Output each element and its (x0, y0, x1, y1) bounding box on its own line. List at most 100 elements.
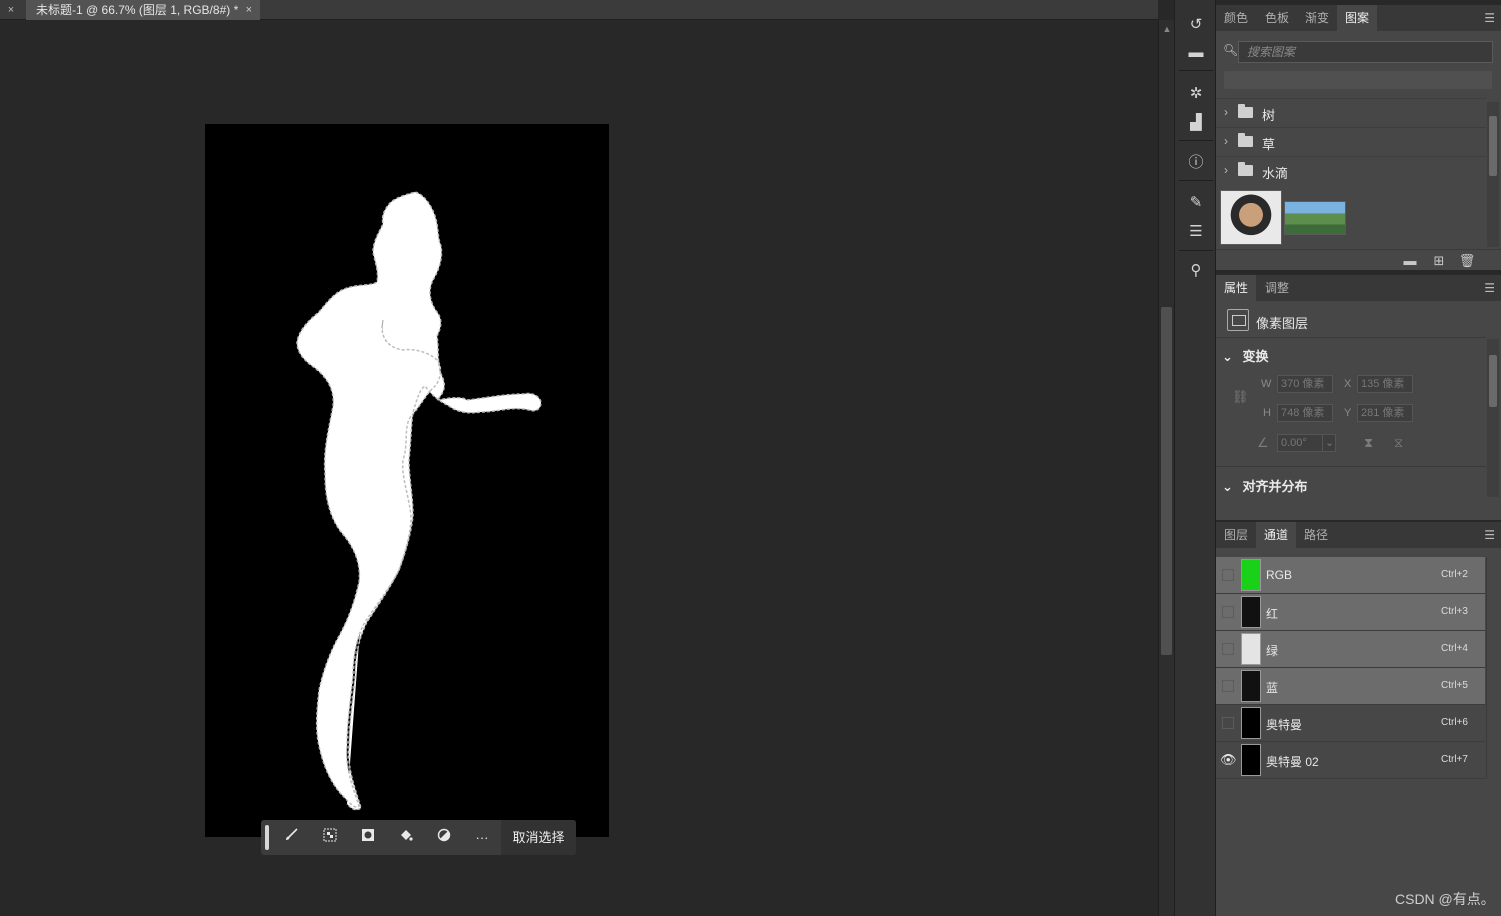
channel-row-rgb[interactable]: RGB Ctrl+2 (1216, 557, 1485, 594)
patterns-scrollbar[interactable] (1487, 102, 1499, 247)
checker-icon[interactable] (317, 826, 343, 849)
pattern-folder-waterdrop[interactable]: › 水滴 (1216, 156, 1486, 184)
histogram-icon[interactable]: ▟ (1183, 112, 1209, 134)
visibility-toggle[interactable] (1222, 569, 1234, 581)
fill-icon[interactable] (393, 826, 419, 849)
scroll-thumb[interactable] (1489, 116, 1497, 176)
canvas-vertical-scrollbar[interactable]: ▲ (1158, 20, 1174, 916)
pattern-folder-tree[interactable]: › 树 (1216, 98, 1486, 126)
mask-icon[interactable] (355, 826, 381, 849)
channel-row-green[interactable]: 绿 Ctrl+4 (1216, 631, 1485, 668)
new-group-icon[interactable]: ▬ (1401, 253, 1419, 269)
subject-selection[interactable] (296, 191, 542, 811)
chevron-right-icon[interactable]: › (1224, 134, 1228, 148)
pattern-filter-bar[interactable] (1224, 71, 1492, 89)
angle-dropdown-icon[interactable]: ⌄ (1322, 434, 1336, 452)
tab-channels[interactable]: 通道 (1256, 522, 1297, 548)
x-field[interactable]: 135 像素 (1357, 375, 1413, 393)
transform-section-header[interactable]: ⌄ 变换 (1222, 346, 1269, 365)
navigator-icon[interactable]: ✲ (1183, 83, 1209, 105)
contextual-task-bar: ··· 取消选择 (261, 820, 576, 855)
transform-title: 变换 (1242, 349, 1269, 364)
patterns-panel-tabs: 颜色 色板 渐变 图案 ☰ (1216, 5, 1501, 31)
x-label: X (1344, 378, 1352, 390)
pattern-search-input[interactable]: 搜索图案 (1238, 41, 1493, 63)
tab-layers[interactable]: 图层 (1216, 522, 1256, 548)
link-icon[interactable]: ⛓︎ (1232, 389, 1249, 405)
tab-color[interactable]: 颜色 (1216, 5, 1256, 31)
pattern-folder-grass[interactable]: › 草 (1216, 127, 1486, 155)
visibility-toggle[interactable] (1222, 717, 1234, 729)
properties-panel-tabs: 属性 调整 ☰ (1216, 275, 1501, 301)
channel-row-ultraman-02[interactable]: 👁︎ 奥特曼 02 Ctrl+7 (1216, 742, 1485, 779)
chevron-right-icon[interactable]: › (1224, 163, 1228, 177)
flip-horizontal-icon[interactable]: ⧗ (1364, 435, 1373, 451)
angle-field[interactable]: 0.00° (1277, 434, 1323, 452)
folder-icon (1238, 133, 1253, 147)
new-pattern-icon[interactable]: ⊞ (1430, 253, 1448, 269)
brush-settings-icon[interactable]: ✎ (1183, 192, 1209, 214)
align-section-header[interactable]: ⌄ 对齐并分布 (1222, 476, 1308, 495)
history-icon[interactable]: ↺ (1183, 14, 1209, 36)
channel-thumbnail (1241, 707, 1261, 739)
channel-name: 蓝 (1266, 681, 1279, 695)
watermark: CSDN @有点。 (1395, 891, 1495, 907)
tab-properties[interactable]: 属性 (1216, 275, 1257, 301)
tab-gradients[interactable]: 渐变 (1297, 5, 1337, 31)
tab-swatches[interactable]: 色板 (1257, 5, 1297, 31)
channel-row-blue[interactable]: 蓝 Ctrl+5 (1216, 668, 1485, 705)
more-icon[interactable]: ··· (469, 826, 495, 849)
pattern-thumb-landscape[interactable] (1284, 201, 1346, 235)
flip-vertical-icon[interactable]: ⧖ (1394, 435, 1403, 451)
chevron-down-icon: ⌄ (1222, 479, 1233, 494)
scroll-thumb[interactable] (1161, 307, 1172, 655)
patterns-footer: ▬ ⊞ 🗑︎ (1216, 249, 1501, 271)
document-canvas[interactable] (205, 124, 609, 837)
comments-icon[interactable]: ▬ (1183, 42, 1209, 64)
eye-icon[interactable]: 👁︎ (1220, 752, 1237, 768)
visibility-toggle[interactable] (1222, 680, 1234, 692)
info-icon[interactable]: ⓘ (1183, 152, 1209, 174)
deselect-button[interactable]: 取消选择 (501, 820, 576, 855)
tab-patterns[interactable]: 图案 (1337, 5, 1378, 31)
tab-close-icon[interactable]: × (246, 0, 252, 20)
channel-thumbnail (1241, 744, 1261, 776)
width-label: W (1261, 378, 1272, 390)
scroll-thumb[interactable] (1489, 355, 1497, 407)
properties-panel: 属性 调整 ☰ 像素图层 ⌄ 变换 ⛓︎ W 370 像素 X 135 像素 H… (1216, 274, 1501, 520)
document-tab[interactable]: 未标题-1 @ 66.7% (图层 1, RGB/8#) * × (26, 0, 260, 20)
task-bar-grip-handle[interactable] (265, 825, 269, 850)
clone-source-icon[interactable]: ⚲ (1183, 260, 1209, 282)
panel-menu-icon[interactable]: ☰ (1484, 11, 1495, 25)
panel-menu-icon[interactable]: ☰ (1484, 281, 1495, 295)
scroll-up-icon[interactable]: ▲ (1159, 24, 1175, 36)
panel-menu-icon[interactable]: ☰ (1484, 528, 1495, 542)
layer-type-label: 像素图层 (1256, 316, 1309, 331)
folder-label: 树 (1262, 108, 1276, 123)
channel-row-red[interactable]: 红 Ctrl+3 (1216, 594, 1485, 631)
delete-icon[interactable]: 🗑︎ (1458, 253, 1476, 269)
y-field[interactable]: 281 像素 (1357, 404, 1413, 422)
channel-shortcut: Ctrl+3 (1441, 606, 1468, 617)
channel-shortcut: Ctrl+6 (1441, 717, 1468, 728)
tab-adjustments[interactable]: 调整 (1257, 275, 1297, 301)
width-field[interactable]: 370 像素 (1277, 375, 1333, 393)
adjust-icon[interactable] (431, 826, 457, 849)
visibility-toggle[interactable] (1222, 643, 1234, 655)
pixel-layer-icon (1227, 309, 1249, 331)
visibility-toggle[interactable] (1222, 606, 1234, 618)
channel-row-ultraman[interactable]: 奥特曼 Ctrl+6 (1216, 705, 1485, 742)
chevron-right-icon[interactable]: › (1224, 105, 1228, 119)
align-title: 对齐并分布 (1242, 479, 1308, 494)
folder-icon (1238, 104, 1253, 118)
document-tab-bar: × 未标题-1 @ 66.7% (图层 1, RGB/8#) * × (0, 0, 1158, 20)
folder-label: 水滴 (1262, 166, 1289, 181)
tab-paths[interactable]: 路径 (1296, 522, 1336, 548)
channel-name: 绿 (1266, 644, 1279, 658)
pattern-thumb-face[interactable] (1220, 190, 1282, 245)
tool-presets-icon[interactable]: ☰ (1183, 221, 1209, 243)
height-field[interactable]: 748 像素 (1277, 404, 1333, 422)
properties-scrollbar[interactable] (1487, 339, 1499, 497)
brush-select-icon[interactable] (279, 826, 305, 849)
prev-tab-close-icon[interactable]: × (0, 1, 22, 19)
